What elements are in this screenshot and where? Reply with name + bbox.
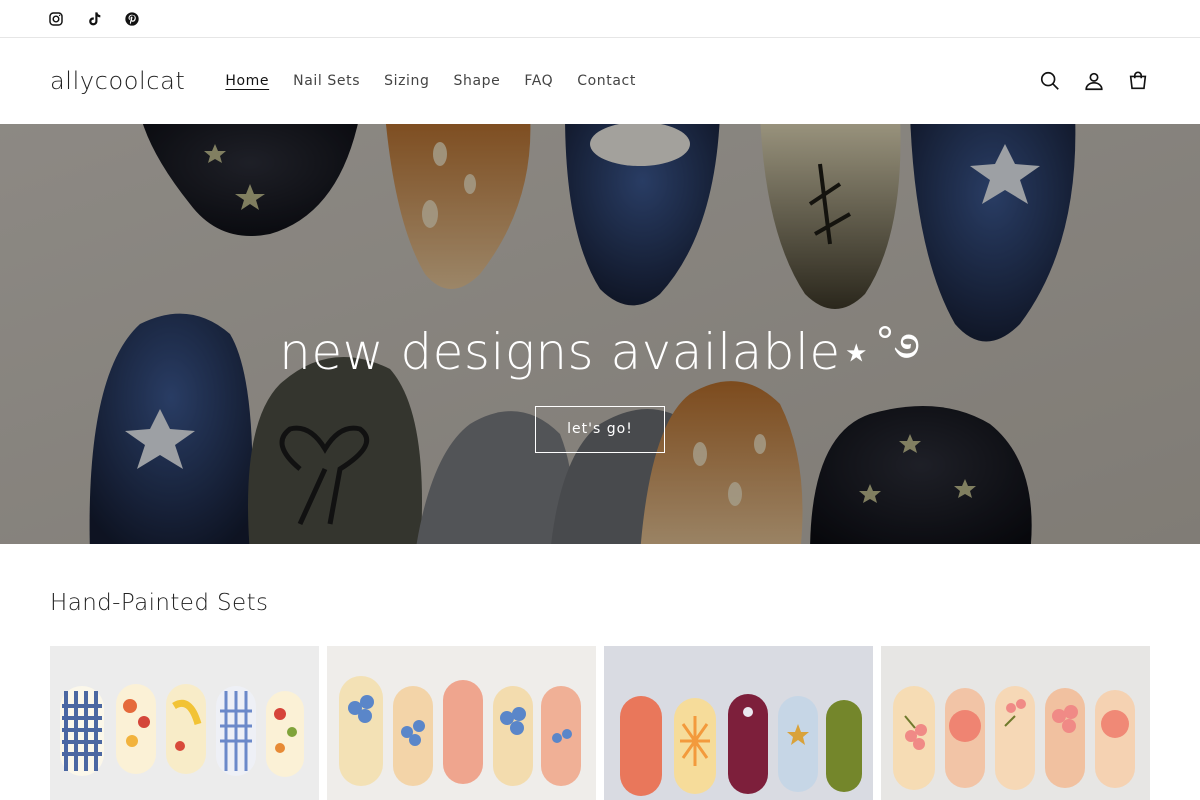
social-bar	[0, 0, 1200, 38]
product-card-blush-flower-set[interactable]	[881, 646, 1150, 800]
product-image	[327, 646, 596, 800]
section-title: Hand-Painted Sets	[50, 590, 269, 616]
product-image	[881, 646, 1150, 800]
hero-banner: new designs available⋆˚࿔ let's go!	[0, 124, 1200, 544]
tiktok-icon[interactable]	[84, 9, 104, 29]
product-card-gingham-fruit-set[interactable]	[50, 646, 319, 800]
nav-home[interactable]: Home	[213, 73, 281, 89]
pinterest-icon[interactable]	[122, 9, 142, 29]
instagram-icon[interactable]	[46, 9, 66, 29]
header-icons	[1038, 69, 1150, 93]
cart-icon[interactable]	[1126, 69, 1150, 93]
account-icon[interactable]	[1082, 69, 1106, 93]
main-nav: Home Nail Sets Sizing Shape FAQ Contact	[213, 73, 648, 89]
featured-collection: Hand-Painted Sets	[0, 544, 1200, 800]
nav-shape[interactable]: Shape	[441, 73, 512, 89]
hero-content: new designs available⋆˚࿔ let's go!	[0, 320, 1200, 453]
nav-faq[interactable]: FAQ	[512, 73, 565, 89]
hero-title: new designs available⋆˚࿔	[279, 323, 921, 381]
product-image	[604, 646, 873, 800]
nav-contact[interactable]: Contact	[565, 73, 648, 89]
search-icon[interactable]	[1038, 69, 1062, 93]
nav-nail-sets[interactable]: Nail Sets	[281, 73, 372, 89]
product-image	[50, 646, 319, 800]
hero-cta-button[interactable]: let's go!	[535, 406, 665, 453]
product-grid	[50, 646, 1150, 800]
site-logo[interactable]: allycoolcat	[50, 67, 185, 95]
site-header: allycoolcat Home Nail Sets Sizing Shape …	[0, 38, 1200, 124]
nav-sizing[interactable]: Sizing	[372, 73, 441, 89]
product-card-blue-hibiscus-set[interactable]	[327, 646, 596, 800]
product-card-fruit-jewel-set[interactable]	[604, 646, 873, 800]
